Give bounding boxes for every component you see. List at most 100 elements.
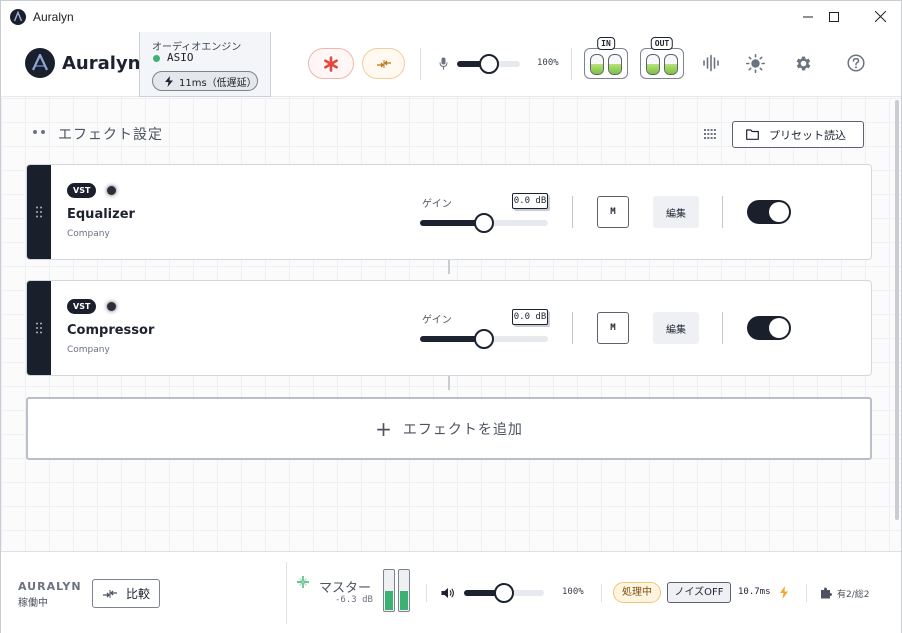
engine-label: オーディオエンジン — [152, 42, 242, 53]
master-volume-knob[interactable] — [494, 583, 514, 603]
effect-status-dot — [107, 302, 116, 311]
plus-icon: + — [375, 416, 393, 441]
load-preset-label: プリセット読込 — [769, 128, 846, 142]
folder-icon — [746, 129, 759, 140]
input-gain-percent: 100% — [537, 58, 559, 68]
processing-badge: 処理中 — [613, 582, 661, 603]
asterisk-icon — [324, 55, 338, 72]
app-logo-icon — [10, 8, 26, 25]
master-meter-left — [383, 569, 395, 612]
output-meter-left — [646, 54, 660, 75]
swap-arrows-icon — [376, 59, 391, 68]
input-meter-right — [608, 54, 622, 75]
input-gain-knob[interactable] — [479, 54, 499, 74]
add-effect-button[interactable]: + エフェクトを追加 — [26, 397, 872, 460]
footer-divider — [806, 584, 807, 602]
effect-status-dot — [107, 186, 116, 195]
input-gain-slider[interactable] — [457, 54, 520, 74]
master-db: -6.3 dB — [335, 595, 373, 605]
effect-enable-toggle[interactable] — [747, 200, 791, 224]
footer-latency: 10.7ms — [738, 587, 771, 597]
help-icon[interactable] — [847, 54, 865, 72]
bypass-button[interactable] — [362, 48, 405, 79]
plugin-puzzle-icon — [821, 587, 832, 599]
maximize-icon — [829, 11, 839, 22]
card-divider — [572, 312, 573, 344]
app-window: Auralyn Auralyn オーディオエンジン ASIO 11ms（低遅延）… — [0, 0, 902, 633]
speaker-icon[interactable] — [441, 587, 455, 599]
section-title: エフェクト設定 — [58, 127, 163, 143]
vertical-scrollbar[interactable] — [895, 100, 899, 520]
vst-badge: VST — [67, 299, 97, 314]
gear-icon[interactable] — [794, 54, 813, 73]
toggle-knob — [769, 318, 789, 338]
input-meter: IN — [584, 37, 628, 79]
drag-grip-icon — [36, 206, 42, 218]
toggle-knob — [769, 202, 789, 222]
mute-button[interactable]: M — [597, 196, 629, 228]
edit-button[interactable]: 編集 — [653, 312, 699, 344]
latency-badge[interactable]: 11ms（低遅延） — [152, 71, 258, 91]
grid-view-icon[interactable] — [704, 128, 716, 140]
gain-label: ゲイン — [422, 199, 452, 210]
input-meter-label: IN — [597, 37, 615, 50]
master-meter-right — [398, 569, 410, 612]
brand-logo-icon — [25, 48, 55, 78]
footer-divider — [286, 562, 287, 624]
card-divider — [722, 196, 723, 228]
compare-label: 比較 — [125, 587, 150, 601]
gain-value[interactable]: 0.0 dB — [512, 193, 548, 209]
footer-divider — [426, 584, 427, 602]
plugin-count: 有2/総2 — [837, 590, 870, 600]
audio-engine-panel[interactable]: オーディオエンジン ASIO 11ms（低遅延） — [139, 32, 271, 97]
header-divider — [420, 48, 421, 80]
brand-name: Auralyn — [62, 52, 141, 74]
gain-slider[interactable] — [420, 213, 548, 233]
effect-card-equalizer: VST Equalizer Company ゲイン 0.0 dB M 編集 — [26, 164, 872, 260]
master-sparkle-icon — [297, 576, 309, 588]
waveform-icon[interactable] — [702, 54, 720, 72]
input-meter-left — [590, 54, 604, 75]
gain-label: ゲイン — [422, 315, 452, 326]
chain-connector — [448, 260, 450, 274]
record-button[interactable] — [308, 48, 354, 79]
chain-connector — [448, 376, 450, 390]
output-meter-right — [664, 54, 678, 75]
gain-slider-knob[interactable] — [474, 213, 494, 233]
card-divider — [572, 196, 573, 228]
edit-button[interactable]: 編集 — [653, 196, 699, 228]
footer-status: 稼働中 — [18, 598, 48, 609]
effect-name: Equalizer — [67, 207, 135, 222]
effect-company: Company — [67, 345, 110, 355]
footer-divider — [601, 584, 602, 602]
section-dots-icon — [33, 130, 49, 134]
effect-enable-toggle[interactable] — [747, 316, 791, 340]
bolt-icon — [780, 586, 788, 599]
status-footer: AURALYN 稼働中 比較 マスター -6.3 dB 100% 処理中 ノイズ… — [1, 551, 901, 633]
gain-slider-knob[interactable] — [474, 329, 494, 349]
vst-badge: VST — [67, 183, 97, 198]
compare-button[interactable]: 比較 — [92, 579, 160, 608]
close-icon — [874, 11, 886, 22]
effect-name: Compressor — [67, 323, 155, 338]
master-volume-slider[interactable] — [464, 583, 544, 603]
noise-toggle-button[interactable]: ノイズOFF — [667, 582, 731, 603]
load-preset-button[interactable]: プリセット読込 — [732, 121, 864, 148]
brightness-icon[interactable] — [746, 54, 765, 73]
latency-text: 11ms（低遅延） — [179, 77, 257, 89]
app-header: Auralyn オーディオエンジン ASIO 11ms（低遅延） 100% IN… — [1, 32, 901, 97]
effects-area: エフェクト設定 プリセット読込 VST Equalizer Company ゲイ… — [1, 98, 901, 551]
brand: Auralyn — [25, 48, 141, 78]
maximize-button[interactable] — [811, 1, 857, 32]
drag-handle[interactable] — [27, 281, 51, 375]
mute-button[interactable]: M — [597, 312, 629, 344]
title-bar: Auralyn — [1, 1, 901, 32]
drag-handle[interactable] — [27, 165, 51, 259]
window-title: Auralyn — [33, 9, 74, 24]
output-meter: OUT — [640, 37, 684, 79]
microphone-icon — [439, 57, 448, 70]
gain-slider[interactable] — [420, 329, 548, 349]
gain-value[interactable]: 0.0 dB — [512, 309, 548, 325]
close-button[interactable] — [857, 1, 902, 32]
header-divider — [571, 48, 572, 80]
